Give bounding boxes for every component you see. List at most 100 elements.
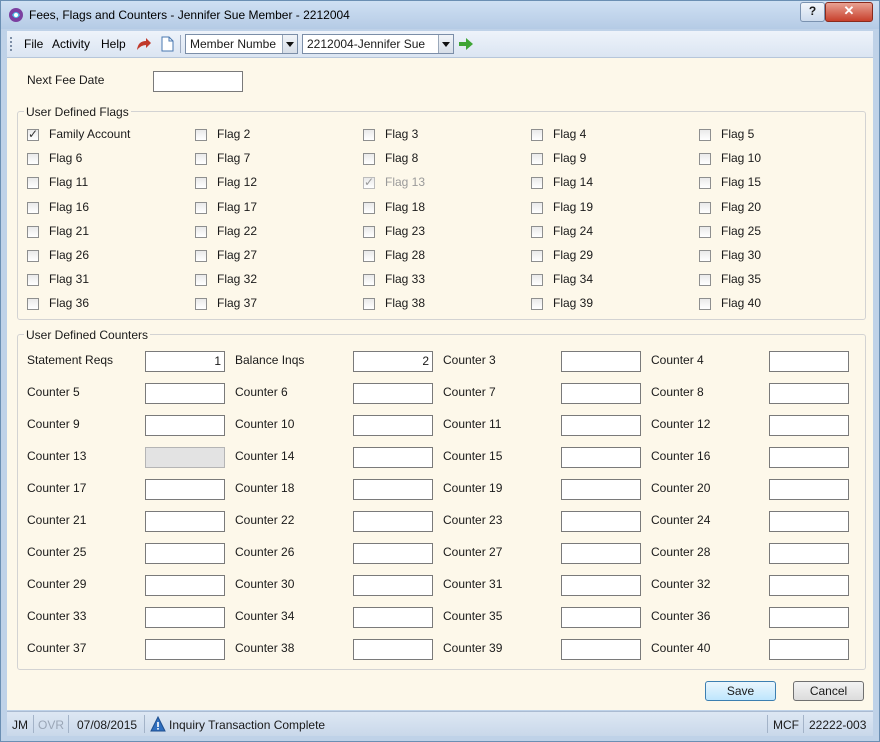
flag-checkbox[interactable] [363, 201, 375, 214]
member-select[interactable]: 2212004-Jennifer Sue [302, 34, 454, 54]
counter-input[interactable] [353, 479, 433, 500]
flag-checkbox[interactable] [699, 225, 711, 238]
help-button[interactable]: ? [800, 2, 825, 22]
status-separator [803, 715, 804, 733]
counter-input[interactable] [769, 479, 849, 500]
counter-input[interactable] [145, 575, 225, 596]
flag-checkbox[interactable] [195, 153, 207, 166]
counter-input[interactable] [769, 543, 849, 564]
flag-checkbox[interactable] [531, 225, 543, 238]
flag-checkbox[interactable] [531, 250, 543, 262]
flag-label: Flag 2 [217, 127, 251, 141]
flag-checkbox[interactable] [363, 274, 375, 287]
counter-input[interactable] [145, 639, 225, 660]
flag-checkbox[interactable] [27, 177, 39, 190]
flag-checkbox[interactable] [699, 298, 711, 311]
counter-input[interactable] [353, 575, 433, 596]
menu-activity[interactable]: Activity [52, 37, 90, 51]
counter-input[interactable] [561, 575, 641, 596]
counter-input[interactable] [353, 415, 433, 436]
counter-input[interactable] [145, 383, 225, 404]
counter-input[interactable] [561, 607, 641, 628]
counter-input[interactable] [561, 383, 641, 404]
counter-input[interactable] [769, 351, 849, 372]
flag-checkbox[interactable] [27, 153, 39, 166]
counter-input[interactable] [769, 447, 849, 468]
flag-checkbox[interactable] [531, 274, 543, 287]
flag-checkbox[interactable] [363, 250, 375, 262]
flag-checkbox[interactable] [531, 177, 543, 190]
flag-checkbox[interactable] [531, 153, 543, 166]
counter-input[interactable] [561, 479, 641, 500]
chevron-down-icon[interactable] [438, 35, 453, 53]
flag-checkbox[interactable] [195, 250, 207, 262]
flag-label: Flag 38 [385, 296, 426, 311]
flag-checkbox[interactable] [699, 129, 711, 141]
flag-checkbox[interactable] [195, 298, 207, 311]
flag-checkbox[interactable] [531, 201, 543, 214]
menu-file[interactable]: File [24, 37, 43, 51]
flag-checkbox[interactable] [27, 298, 39, 311]
flag-checkbox[interactable] [699, 201, 711, 214]
counter-input[interactable] [561, 447, 641, 468]
counter-input[interactable] [769, 511, 849, 532]
counter-input[interactable] [353, 447, 433, 468]
flag-checkbox[interactable] [363, 129, 375, 141]
counter-input[interactable] [561, 351, 641, 372]
counter-input[interactable] [353, 639, 433, 660]
flag-label: Flag 9 [553, 151, 587, 166]
flag-checkbox[interactable] [531, 129, 543, 141]
flag-checkbox[interactable] [531, 298, 543, 311]
next-fee-date-input[interactable] [153, 71, 243, 92]
flag-checkbox[interactable] [195, 274, 207, 287]
redo-arrow-icon[interactable] [134, 35, 152, 53]
counter-input[interactable] [769, 575, 849, 596]
counter-input[interactable] [769, 383, 849, 404]
cancel-button[interactable]: Cancel [793, 681, 864, 701]
toolbar-grip[interactable] [10, 37, 14, 51]
flag-label: Flag 15 [721, 175, 762, 190]
counter-input[interactable] [145, 511, 225, 532]
counter-input[interactable] [561, 511, 641, 532]
flag-checkbox[interactable] [27, 225, 39, 238]
counter-input[interactable] [561, 639, 641, 660]
flag-checkbox[interactable] [27, 274, 39, 287]
flag-checkbox[interactable] [363, 153, 375, 166]
counter-input[interactable] [353, 607, 433, 628]
flag-checkbox[interactable] [195, 201, 207, 214]
flag-checkbox[interactable] [363, 298, 375, 311]
flag-checkbox[interactable] [27, 201, 39, 214]
counter-input[interactable] [353, 511, 433, 532]
counter-input[interactable] [769, 607, 849, 628]
counter-input[interactable] [561, 543, 641, 564]
chevron-down-icon[interactable] [282, 35, 297, 53]
counter-input[interactable] [353, 383, 433, 404]
lookup-type-select[interactable]: Member Numbe [185, 34, 298, 54]
flag-checkbox[interactable] [699, 250, 711, 262]
counter-input[interactable] [145, 607, 225, 628]
flag-checkbox[interactable] [699, 153, 711, 166]
flag-checkbox[interactable] [195, 129, 207, 141]
counter-label: Counter 12 [651, 417, 711, 431]
counter-input[interactable] [353, 543, 433, 564]
flag-checkbox[interactable] [195, 225, 207, 238]
counter-input[interactable] [769, 415, 849, 436]
flag-checkbox[interactable] [699, 274, 711, 287]
flag-checkbox[interactable] [27, 127, 39, 141]
counter-input[interactable]: 2 [353, 351, 433, 372]
counter-input[interactable] [145, 543, 225, 564]
close-button[interactable]: ✕ [825, 2, 873, 22]
save-button[interactable]: Save [705, 681, 776, 701]
new-document-icon[interactable] [158, 35, 176, 53]
flag-checkbox[interactable] [27, 250, 39, 262]
flag-checkbox[interactable] [699, 177, 711, 190]
counter-input[interactable] [145, 415, 225, 436]
counter-input[interactable] [145, 479, 225, 500]
flag-checkbox[interactable] [363, 225, 375, 238]
flag-checkbox[interactable] [195, 177, 207, 190]
counter-input[interactable] [769, 639, 849, 660]
counter-input[interactable]: 1 [145, 351, 225, 372]
menu-help[interactable]: Help [101, 37, 126, 51]
counter-input[interactable] [561, 415, 641, 436]
go-arrow-icon[interactable] [457, 35, 475, 53]
